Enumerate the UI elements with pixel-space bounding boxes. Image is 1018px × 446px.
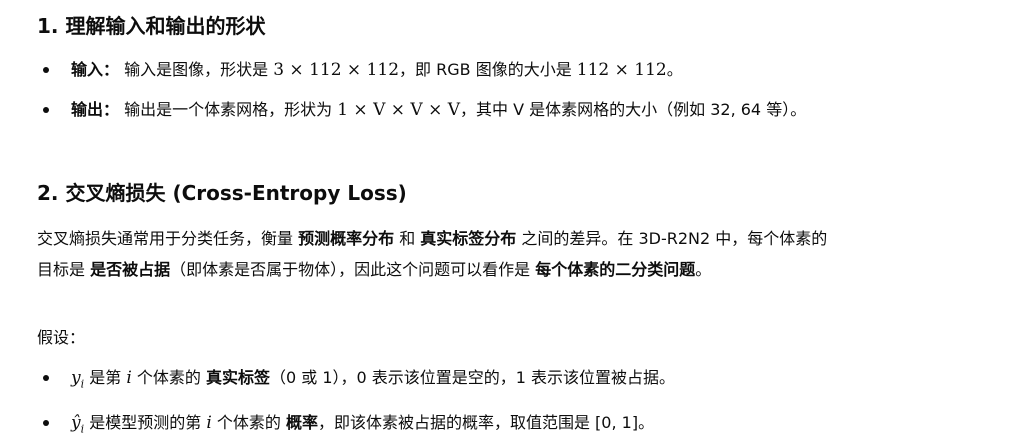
y-math: yi <box>71 368 85 391</box>
output-text-2: ，其中 V 是体素网格的大小（例如 32, 64 等）。 <box>460 100 807 119</box>
output-shape-math: 1 × V × V × V <box>337 100 461 120</box>
shapes-list: 输入： 输入是图像，形状是 3 × 112 × 112，即 RGB 图像的大小是… <box>37 54 837 126</box>
bullet2-text-3: ，即该体素被占据的概率，取值范围是 [0, 1]。 <box>317 413 655 433</box>
cross-entropy-paragraph: 交叉熵损失通常用于分类任务，衡量 预测概率分布 和 真实标签分布 之间的差异。在… <box>37 223 837 285</box>
list-item-input: 输入： 输入是图像，形状是 3 × 112 × 112，即 RGB 图像的大小是… <box>37 54 837 86</box>
input-text-3: 。 <box>666 60 683 79</box>
para-bold-4: 每个体素的二分类问题 <box>535 260 696 279</box>
list-item-true-label: yi 是第 i 个体素的 真实标签（0 或 1），0 表示该位置是空的，1 表示… <box>37 362 837 400</box>
bullet2-bold: 概率 <box>285 413 318 433</box>
input-text: 输入是图像，形状是 <box>124 60 274 79</box>
input-label: 输入： <box>71 60 120 79</box>
para-text-1: 交叉熵损失通常用于分类任务，衡量 <box>37 229 299 248</box>
bullet2-text-2: 个体素的 <box>211 413 286 433</box>
section-heading-shapes: 1. 理解输入和输出的形状 <box>37 14 266 38</box>
para-bold-2: 真实标签分布 <box>420 229 517 248</box>
para-text-4: （即体素是否属于物体），因此这个问题可以看作是 <box>170 260 536 279</box>
section-heading-cross-entropy: 2. 交叉熵损失 (Cross-Entropy Loss) <box>37 181 407 205</box>
input-text-2: ，即 RGB 图像的大小是 <box>399 60 577 79</box>
list-item-predicted-prob: ŷi 是模型预测的第 i 个体素的 概率，即该体素被占据的概率，取值范围是 [0… <box>37 407 837 445</box>
bullet1-text-1: 是第 <box>84 368 127 387</box>
para-bold-1: 预测概率分布 <box>298 229 395 248</box>
list-item-output: 输出： 输出是一个体素网格，形状为 1 × V × V × V，其中 V 是体素… <box>37 94 837 126</box>
y-hat-math: ŷi <box>71 413 85 436</box>
bullet1-bold: 真实标签 <box>205 368 270 387</box>
bullet1-text-2: 个体素的 <box>131 368 206 387</box>
para-bold-3: 是否被占据 <box>90 260 171 279</box>
bullet2-text-1: 是模型预测的第 <box>84 413 207 433</box>
bullet1-text-3: （0 或 1），0 表示该位置是空的，1 表示该位置被占据。 <box>269 368 676 387</box>
input-size-math: 112 × 112 <box>576 60 667 80</box>
assume-label: 假设： <box>37 328 86 347</box>
para-text-2: 和 <box>394 229 421 248</box>
input-shape-math: 3 × 112 × 112 <box>273 60 400 80</box>
assumption-list: yi 是第 i 个体素的 真实标签（0 或 1），0 表示该位置是空的，1 表示… <box>37 362 837 446</box>
para-text-5: 。 <box>695 260 712 279</box>
output-label: 输出： <box>71 100 120 119</box>
output-text: 输出是一个体素网格，形状为 <box>124 100 338 119</box>
